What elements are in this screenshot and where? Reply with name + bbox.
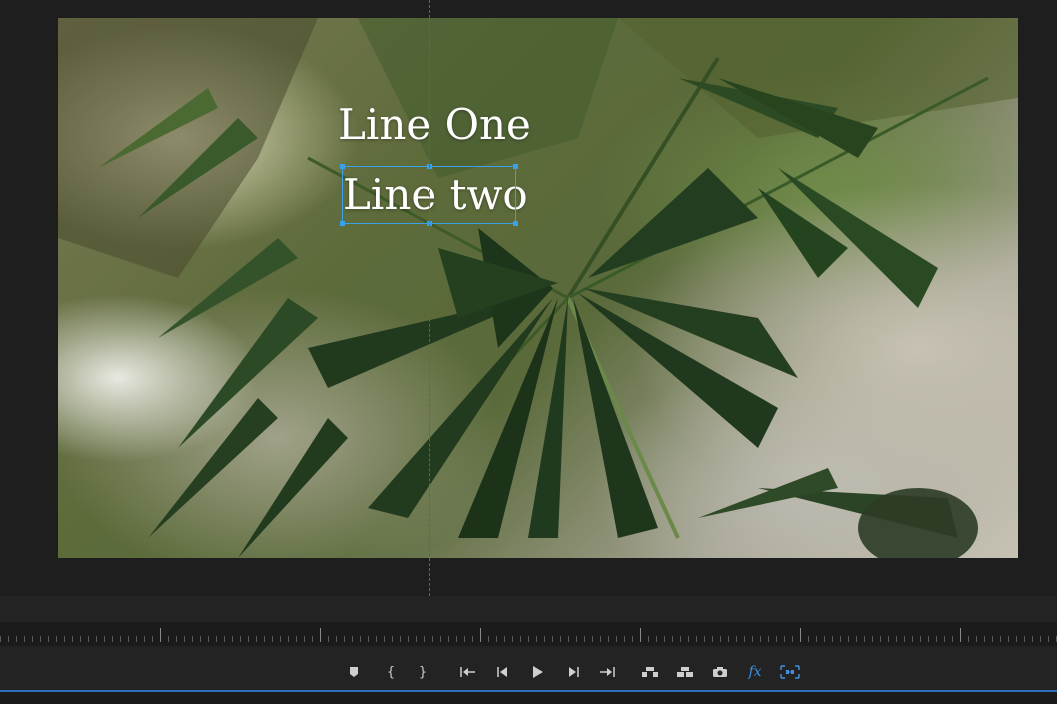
comparison-view-button[interactable] — [776, 656, 804, 688]
transport-controls: { } fx — [0, 656, 1057, 688]
extract-icon — [677, 667, 693, 677]
lift-button[interactable] — [636, 656, 664, 688]
step-forward-icon — [569, 667, 579, 677]
go-to-in-button[interactable] — [454, 656, 482, 688]
resize-handle-bottom-right[interactable] — [513, 221, 518, 226]
step-back-icon — [497, 667, 507, 677]
camera-icon — [713, 667, 727, 677]
lift-icon — [642, 667, 658, 677]
go-to-in-icon — [460, 667, 475, 677]
extract-button[interactable] — [671, 656, 699, 688]
mark-out-icon: } — [418, 664, 428, 680]
mark-out-button[interactable]: } — [409, 656, 437, 688]
go-to-out-icon — [600, 667, 615, 677]
title-line-one[interactable]: Line One — [338, 104, 531, 146]
marker-icon — [350, 667, 358, 677]
play-icon — [533, 666, 543, 678]
foliage-image — [58, 18, 1018, 558]
export-frame-button[interactable] — [706, 656, 734, 688]
fx-icon: fx — [748, 664, 762, 680]
mark-in-icon: { — [386, 664, 396, 680]
step-back-button[interactable] — [489, 656, 517, 688]
mark-in-button[interactable]: { — [377, 656, 405, 688]
resize-handle-bottom-left[interactable] — [340, 221, 345, 226]
panel-bottom-strip — [0, 692, 1057, 704]
timeline-ruler[interactable] — [0, 622, 1057, 646]
video-preview[interactable]: Line One Line two — [58, 18, 1018, 558]
play-button[interactable] — [524, 656, 552, 688]
effects-button[interactable]: fx — [741, 656, 769, 688]
go-to-out-button[interactable] — [593, 656, 621, 688]
compare-icon — [780, 665, 800, 679]
add-marker-button[interactable] — [340, 656, 368, 688]
program-monitor: Line One Line two — [0, 0, 1057, 596]
resize-handle-top-right[interactable] — [513, 164, 518, 169]
resize-handle-top-left[interactable] — [340, 164, 345, 169]
step-forward-button[interactable] — [559, 656, 587, 688]
vertical-guide-line[interactable] — [429, 0, 430, 596]
